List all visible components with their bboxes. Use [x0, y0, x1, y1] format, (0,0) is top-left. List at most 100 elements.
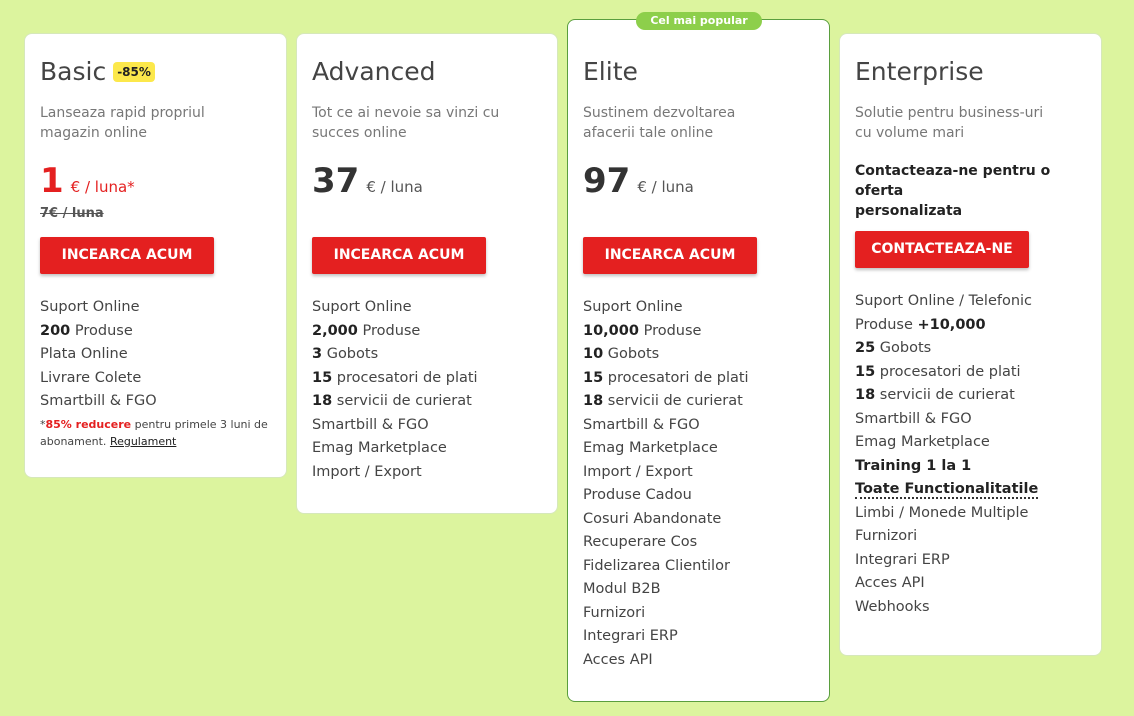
feature-item: 15 procesatori de plati	[855, 361, 1086, 385]
feature-item: 15 procesatori de plati	[583, 367, 814, 391]
feature-text: Produse	[70, 322, 133, 339]
feature-item: 2,000 Produse	[312, 320, 542, 344]
feature-item: Integrari ERP	[855, 549, 1086, 573]
contact-text-line: Contacteaza-ne pentru o oferta	[855, 163, 1051, 199]
feature-item: 18 servicii de curierat	[583, 390, 814, 414]
feature-item: Acces API	[855, 572, 1086, 596]
feature-text: Furnizori	[855, 528, 918, 544]
feature-item: Recuperare Cos	[583, 531, 814, 555]
feature-text: Emag Marketplace	[855, 434, 990, 450]
feature-bold: Toate Functionalitatile	[855, 481, 1039, 499]
feature-text: Produse Cadou	[583, 487, 692, 503]
discount-badge: -85%	[113, 62, 155, 82]
feature-bold: 25	[855, 340, 876, 356]
discount-note: *85% reducere pentru primele 3 luni de a…	[40, 416, 271, 450]
plan-subtitle: Tot ce ai nevoie sa vinzi cu succes onli…	[312, 103, 542, 143]
plan-subtitle-line: cu volume mari	[855, 125, 965, 141]
feature-item: 200 Produse	[40, 320, 271, 344]
feature-text: Limbi / Monede Multiple	[855, 504, 1029, 521]
feature-bold: 18	[312, 393, 333, 409]
plan-card-elite: Cel mai popular Elite Sustinem dezvoltar…	[567, 12, 830, 702]
feature-bold: 2,000	[312, 322, 358, 339]
try-now-button[interactable]: INCEARCA ACUM	[583, 237, 757, 274]
feature-text: Modul B2B	[583, 581, 661, 597]
contact-text-line: personalizata	[855, 203, 963, 219]
plan-subtitle-line: Tot ce ai nevoie sa vinzi cu	[312, 105, 500, 121]
feature-bold: 15	[312, 369, 333, 386]
feature-text: Recuperare Cos	[583, 534, 698, 550]
feature-item: 10,000 Produse	[583, 320, 814, 344]
contact-text: Contacteaza-ne pentru o oferta personali…	[855, 161, 1086, 219]
feature-text: Import / Export	[312, 463, 422, 480]
feature-text: Smartbill & FGO	[40, 393, 157, 409]
feature-item: Import / Export	[312, 461, 542, 485]
feature-bold: 3	[312, 346, 323, 362]
feature-item: Livrare Colete	[40, 367, 271, 391]
feature-item: Produse +10,000	[855, 314, 1086, 338]
feature-text: procesatori de plati	[875, 363, 1021, 380]
feature-item: Produse Cadou	[583, 484, 814, 508]
feature-list: Suport Online 2,000 Produse 3 Gobots 15 pro…	[312, 296, 542, 484]
feature-item: Suport Online	[312, 296, 542, 320]
feature-item: Furnizori	[855, 525, 1086, 549]
feature-list: Suport Online / Telefonic Produse +10,000…	[855, 290, 1086, 619]
feature-bold: 10,000	[583, 322, 639, 339]
feature-text: Plata Online	[40, 346, 128, 362]
feature-list: Suport Online 10,000 Produse 10 Gobots 15 p…	[583, 296, 814, 672]
feature-item: Suport Online	[583, 296, 814, 320]
feature-item: Toate Functionalitatile	[855, 478, 1086, 502]
price-unit: € / luna*	[70, 178, 135, 196]
price-value: 1	[40, 161, 64, 201]
plan-title-text: Advanced	[312, 57, 436, 86]
feature-text: procesatori de plati	[603, 369, 749, 386]
feature-item: Smartbill & FGO	[40, 390, 271, 414]
feature-bold: 18	[855, 387, 876, 403]
feature-text: Smartbill & FGO	[855, 410, 972, 427]
feature-item: Furnizori	[583, 602, 814, 626]
feature-item: Training 1 la 1	[855, 455, 1086, 479]
feature-item: 25 Gobots	[855, 337, 1086, 361]
feature-item: Fidelizarea Clientilor	[583, 555, 814, 579]
feature-bold: 200	[40, 322, 71, 339]
feature-text: Smartbill & FGO	[312, 416, 429, 433]
feature-list: Suport Online 200 Produse Plata Online Livr…	[40, 296, 271, 414]
feature-item: Emag Marketplace	[583, 437, 814, 461]
plan-card-enterprise: Enterprise Solutie pentru business-uri c…	[839, 33, 1102, 656]
feature-bold: +10,000	[917, 316, 986, 333]
feature-text: Suport Online / Telefonic	[855, 293, 1033, 309]
price-value: 37	[312, 161, 360, 201]
price-row: 97 € / luna	[583, 159, 814, 203]
feature-item: 10 Gobots	[583, 343, 814, 367]
feature-item: 15 procesatori de plati	[312, 367, 542, 391]
note-highlight: 85% reducere	[45, 417, 132, 431]
feature-text: Furnizori	[583, 604, 646, 621]
feature-text: Fidelizarea Clientilor	[583, 557, 730, 574]
rules-link[interactable]: Regulament	[110, 435, 176, 448]
plan-card-advanced: Advanced Tot ce ai nevoie sa vinzi cu su…	[296, 33, 558, 514]
feature-item: Smartbill & FGO	[312, 414, 542, 438]
feature-bold: Training 1 la 1	[855, 457, 972, 474]
feature-text: Acces API	[855, 575, 925, 591]
feature-text: servicii de curierat	[603, 393, 743, 409]
feature-text: servicii de curierat	[332, 393, 472, 409]
feature-item: Integrari ERP	[583, 625, 814, 649]
feature-text: Suport Online	[583, 299, 683, 315]
feature-item: Suport Online / Telefonic	[855, 290, 1086, 314]
feature-bold: 15	[855, 363, 876, 380]
plan-title: Advanced	[312, 58, 542, 86]
try-now-button[interactable]: INCEARCA ACUM	[40, 237, 214, 274]
feature-item: 18 servicii de curierat	[312, 390, 542, 414]
feature-item: Smartbill & FGO	[855, 408, 1086, 432]
plan-card-basic: Basic -85% Lanseaza rapid propriul magaz…	[24, 33, 287, 478]
try-now-button[interactable]: INCEARCA ACUM	[312, 237, 486, 274]
contact-button[interactable]: CONTACTEAZA-NE	[855, 231, 1029, 268]
feature-item: Emag Marketplace	[312, 437, 542, 461]
feature-text: Acces API	[583, 651, 653, 668]
plan-title-text: Elite	[583, 57, 638, 86]
feature-item: 18 servicii de curierat	[855, 384, 1086, 408]
price-unit: € / luna	[366, 178, 423, 196]
feature-item: Webhooks	[855, 596, 1086, 620]
plan-subtitle-line: Lanseaza rapid propriul	[40, 105, 205, 121]
feature-item: Suport Online	[40, 296, 271, 320]
feature-text: Gobots	[322, 346, 379, 362]
